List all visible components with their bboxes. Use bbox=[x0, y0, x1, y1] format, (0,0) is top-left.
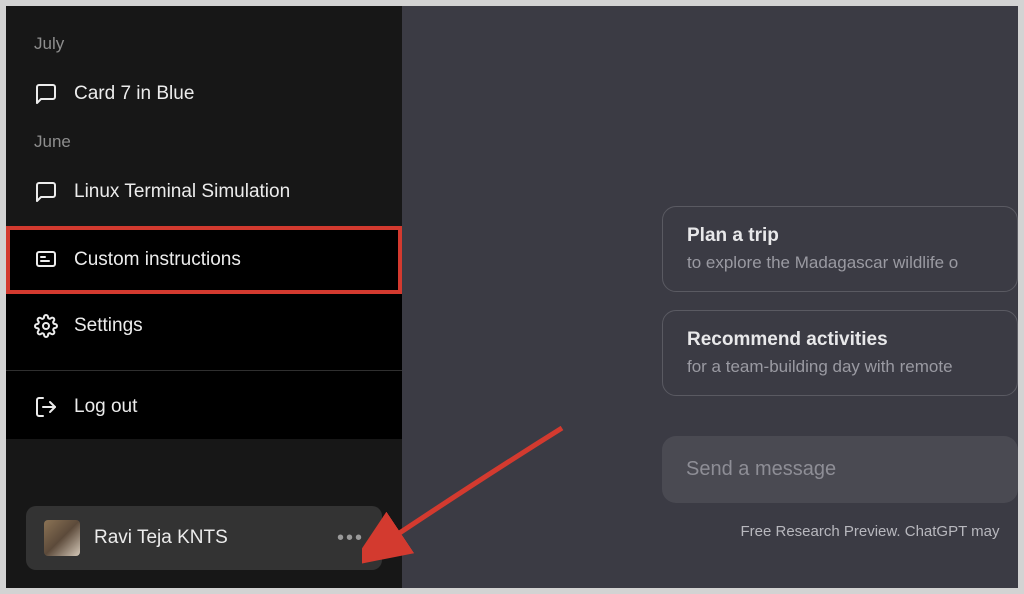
month-label-june: June bbox=[6, 120, 402, 166]
suggestion-title: Recommend activities bbox=[687, 329, 993, 351]
chat-icon bbox=[34, 180, 58, 204]
suggestion-card-trip[interactable]: Plan a trip to explore the Madagascar wi… bbox=[662, 206, 1018, 292]
menu-item-label: Settings bbox=[74, 315, 143, 337]
user-bar[interactable]: Ravi Teja KNTS ••• bbox=[26, 506, 382, 570]
custom-instructions-icon bbox=[34, 248, 58, 272]
chat-icon bbox=[34, 82, 58, 106]
logout-icon bbox=[34, 395, 58, 419]
chat-item-label: Linux Terminal Simulation bbox=[74, 181, 290, 203]
suggestion-subtitle: for a team-building day with remote bbox=[687, 357, 993, 377]
menu-item-label: Custom instructions bbox=[74, 249, 241, 271]
footer-note: Free Research Preview. ChatGPT may bbox=[662, 515, 1018, 540]
username: Ravi Teja KNTS bbox=[94, 527, 323, 549]
message-input[interactable]: Send a message bbox=[662, 436, 1018, 503]
sidebar: July Card 7 in Blue June Linux Terminal … bbox=[6, 6, 402, 588]
suggestion-card-activities[interactable]: Recommend activities for a team-building… bbox=[662, 310, 1018, 396]
gear-icon bbox=[34, 314, 58, 338]
chat-item-label: Card 7 in Blue bbox=[74, 83, 194, 105]
menu-item-label: Log out bbox=[74, 396, 137, 418]
app-frame: July Card 7 in Blue June Linux Terminal … bbox=[6, 6, 1018, 588]
message-input-placeholder: Send a message bbox=[686, 458, 994, 481]
settings-button[interactable]: Settings bbox=[6, 294, 402, 358]
month-label-july: July bbox=[6, 34, 402, 68]
avatar bbox=[44, 520, 80, 556]
main-panel: Plan a trip to explore the Madagascar wi… bbox=[402, 6, 1018, 588]
more-icon[interactable]: ••• bbox=[337, 527, 364, 550]
user-menu: Custom instructions Settings bbox=[6, 226, 402, 439]
suggestion-title: Plan a trip bbox=[687, 225, 993, 247]
custom-instructions-button[interactable]: Custom instructions bbox=[6, 226, 402, 294]
suggestion-subtitle: to explore the Madagascar wildlife o bbox=[687, 253, 993, 273]
chat-item-linux[interactable]: Linux Terminal Simulation bbox=[6, 166, 402, 218]
chat-item-card7[interactable]: Card 7 in Blue bbox=[6, 68, 402, 120]
logout-button[interactable]: Log out bbox=[6, 370, 402, 439]
